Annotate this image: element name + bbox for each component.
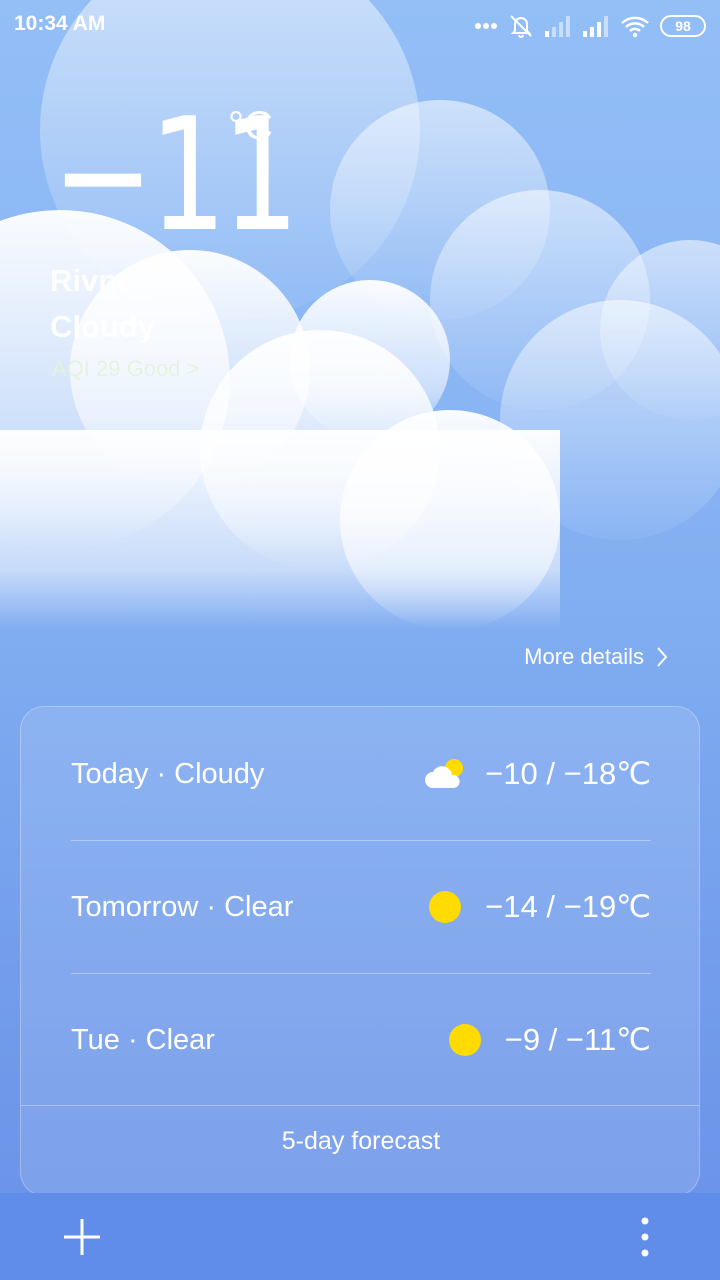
city-name[interactable]: Rivne bbox=[50, 263, 134, 299]
divider bbox=[71, 840, 651, 841]
sun-icon bbox=[443, 1023, 487, 1057]
wifi-icon bbox=[621, 16, 649, 38]
divider bbox=[21, 1105, 699, 1106]
forecast-temps: −14 / −19℃ bbox=[485, 889, 651, 924]
forecast-day-label: Tomorrow · Clear bbox=[71, 890, 294, 923]
aqi-link[interactable]: AQI 29 Good > bbox=[52, 356, 199, 382]
partly-cloudy-icon bbox=[423, 756, 467, 792]
more-menu-icon[interactable] bbox=[630, 1215, 660, 1259]
add-city-icon[interactable] bbox=[60, 1215, 104, 1259]
more-dots-icon bbox=[475, 23, 497, 29]
current-temperature: −11 °C bbox=[52, 97, 363, 253]
status-icons: 98 bbox=[474, 12, 706, 40]
five-day-forecast-button[interactable]: 5-day forecast bbox=[21, 1127, 701, 1156]
divider bbox=[71, 973, 651, 974]
forecast-temps: −9 / −11℃ bbox=[504, 1022, 651, 1057]
status-time: 10:34 AM bbox=[14, 12, 106, 35]
more-details-link[interactable]: More details bbox=[524, 644, 668, 670]
chevron-right-icon bbox=[657, 647, 668, 667]
bell-off-icon bbox=[510, 15, 532, 38]
forecast-day-label: Tue · Clear bbox=[71, 1023, 215, 1056]
signal-weak-icon bbox=[545, 16, 570, 37]
forecast-temps: −10 / −18℃ bbox=[485, 756, 651, 791]
more-details-label: More details bbox=[524, 644, 644, 669]
forecast-row-tue[interactable]: Tue · Clear −9 / −11℃ bbox=[71, 1010, 651, 1070]
forecast-row-tomorrow[interactable]: Tomorrow · Clear −14 / −19℃ bbox=[71, 877, 651, 937]
forecast-day-label: Today · Cloudy bbox=[71, 757, 265, 790]
forecast-card: Today · Cloudy −10 / −18℃ Tomorrow · Cle… bbox=[20, 706, 700, 1196]
current-condition: Cloudy bbox=[50, 309, 156, 344]
battery-indicator: 98 bbox=[660, 15, 706, 37]
forecast-row-today[interactable]: Today · Cloudy −10 / −18℃ bbox=[71, 744, 651, 804]
temperature-unit: °C bbox=[228, 104, 273, 148]
sun-icon bbox=[423, 890, 467, 924]
status-bar: 10:34 AM 98 bbox=[0, 0, 720, 52]
signal-icon bbox=[583, 16, 608, 37]
bottom-bar bbox=[0, 1193, 720, 1280]
